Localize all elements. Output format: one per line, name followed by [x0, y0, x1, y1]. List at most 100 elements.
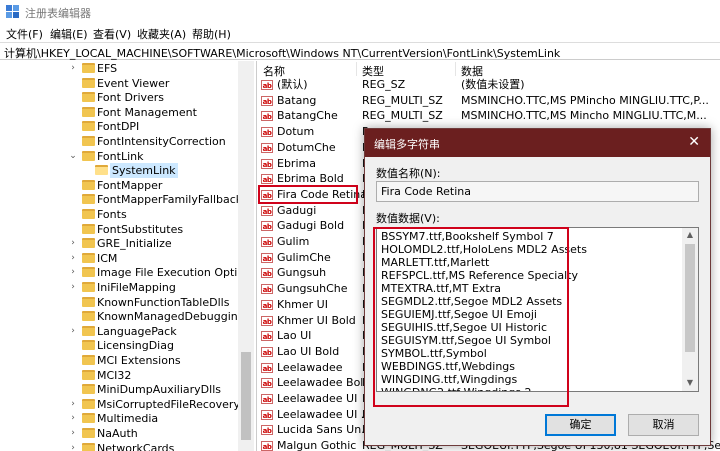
- chevron-right-icon[interactable]: ›: [68, 426, 78, 441]
- chevron-right-icon[interactable]: [68, 295, 78, 310]
- value-name: Leelawadee UI ...: [277, 407, 372, 421]
- tree-item-label: FontMapperFamilyFallback: [97, 193, 243, 207]
- tree-scrollbar-thumb[interactable]: [241, 352, 251, 440]
- value-name: Lao UI: [277, 329, 312, 343]
- chevron-right-icon[interactable]: [68, 178, 78, 193]
- chevron-right-icon[interactable]: [68, 382, 78, 397]
- tree-item-label: IniFileMapping: [97, 281, 176, 294]
- chevron-right-icon[interactable]: ›: [68, 251, 78, 266]
- value-type: REG_MULTI_SZ: [362, 109, 443, 123]
- chevron-right-icon[interactable]: [68, 119, 78, 134]
- tree-item-label: NaAuth: [97, 427, 138, 440]
- string-value-icon: ab: [261, 127, 273, 138]
- string-value-icon: ab: [261, 80, 273, 90]
- menu-file[interactable]: 文件(F): [6, 26, 43, 42]
- tree-item-label: ICM: [97, 251, 118, 265]
- chevron-right-icon[interactable]: [68, 222, 78, 237]
- folder-icon: [82, 413, 95, 424]
- value-name-field: Fira Code Retina: [376, 181, 699, 202]
- window-title: 注册表编辑器: [25, 7, 91, 20]
- chevron-down-icon[interactable]: ⌄: [68, 149, 78, 164]
- chevron-right-icon[interactable]: ›: [68, 411, 78, 426]
- string-value-icon: ab: [261, 315, 273, 326]
- chevron-right-icon[interactable]: ›: [68, 265, 78, 280]
- value-name: Batang: [277, 93, 317, 107]
- scroll-up-icon[interactable]: ▲: [682, 230, 698, 239]
- menu-edit[interactable]: 编辑(E): [50, 26, 88, 42]
- value-name: Malgun Gothic: [277, 439, 357, 451]
- menu-favorites[interactable]: 收藏夹(A): [137, 26, 186, 42]
- value-name: BatangChe: [277, 109, 338, 123]
- menu-view[interactable]: 查看(V): [93, 26, 131, 42]
- string-value-icon: ab: [261, 394, 273, 404]
- address-path[interactable]: 计算机\HKEY_LOCAL_MACHINE\SOFTWARE\Microsof…: [4, 45, 560, 61]
- string-value-icon: ab: [261, 221, 273, 232]
- value-name: GulimChe: [277, 250, 331, 264]
- address-bar[interactable]: 计算机\HKEY_LOCAL_MACHINE\SOFTWARE\Microsof…: [0, 42, 720, 60]
- value-name: GungsuhChe: [277, 282, 348, 296]
- string-value-icon: ab: [261, 299, 273, 310]
- value-data-highlight: [373, 227, 569, 407]
- tree-item-label: MiniDumpAuxiliaryDlls: [97, 383, 221, 397]
- chevron-right-icon[interactable]: ›: [68, 324, 78, 339]
- tree-item-label: Fonts: [97, 208, 127, 221]
- folder-icon: [82, 282, 95, 292]
- chevron-right-icon[interactable]: [68, 76, 78, 91]
- chevron-right-icon[interactable]: [68, 192, 78, 207]
- chevron-right-icon[interactable]: ›: [68, 441, 78, 451]
- tree-item-label: MsiCorruptedFileRecovery: [97, 397, 240, 411]
- chevron-right-icon[interactable]: [81, 163, 91, 178]
- folder-icon: [82, 92, 95, 103]
- string-value-icon: ab: [261, 237, 273, 247]
- chevron-right-icon[interactable]: ›: [68, 280, 78, 295]
- folder-icon: [82, 398, 95, 409]
- tree-item-label: FontMapper: [97, 178, 163, 192]
- chevron-right-icon[interactable]: [68, 368, 78, 383]
- chevron-right-icon[interactable]: ›: [68, 397, 78, 412]
- value-row[interactable]: ab Batang REG_MULTI_SZ MSMINCHO.TTC,MS PMin…: [257, 93, 720, 109]
- selected-value-highlight: [258, 185, 358, 204]
- value-name: Gadugi Bold: [277, 219, 345, 233]
- tree-item-label: Event Viewer: [97, 76, 170, 90]
- chevron-right-icon[interactable]: [68, 353, 78, 368]
- tree-item-label: FontDPI: [97, 120, 140, 134]
- chevron-right-icon[interactable]: [68, 134, 78, 149]
- cancel-button[interactable]: 取消: [628, 414, 699, 436]
- value-name-label: 数值名称(N):: [376, 167, 441, 180]
- folder-icon: [82, 179, 95, 190]
- close-icon[interactable]: ✕: [688, 134, 700, 150]
- string-value-icon: ab: [261, 362, 273, 373]
- tree-scrollbar[interactable]: [238, 61, 254, 451]
- chevron-right-icon[interactable]: ›: [68, 61, 78, 76]
- menu-bar: 文件(F) 编辑(E) 查看(V) 收藏夹(A) 帮助(H): [0, 24, 720, 42]
- value-name: Ebrima: [277, 156, 316, 170]
- chevron-right-icon[interactable]: [68, 309, 78, 324]
- folder-icon: [82, 194, 95, 205]
- value-name: Dotum: [277, 125, 315, 139]
- string-value-icon: ab: [261, 268, 273, 279]
- ok-button[interactable]: 确定: [545, 414, 616, 436]
- string-value-icon: ab: [261, 441, 273, 451]
- textarea-scrollbar-thumb[interactable]: [685, 244, 695, 352]
- chevron-right-icon[interactable]: ›: [68, 236, 78, 251]
- tree-item-label: Multimedia: [97, 412, 159, 426]
- menu-help[interactable]: 帮助(H): [192, 26, 231, 42]
- folder-icon: [82, 296, 95, 307]
- tree-item-label: MCI Extensions: [97, 354, 181, 367]
- value-name: Gulim: [277, 235, 310, 248]
- chevron-right-icon[interactable]: [68, 207, 78, 222]
- textarea-scrollbar[interactable]: ▲ ▼: [682, 228, 698, 391]
- tree-item-label: FontSubstitutes: [97, 222, 184, 236]
- chevron-right-icon[interactable]: [68, 90, 78, 105]
- folder-icon: [82, 150, 95, 161]
- value-row[interactable]: ab (默认) REG_SZ (数值未设置): [257, 77, 720, 93]
- folder-icon: [82, 267, 95, 278]
- scroll-down-icon[interactable]: ▼: [682, 378, 698, 387]
- chevron-right-icon[interactable]: [68, 338, 78, 353]
- chevron-right-icon[interactable]: [68, 105, 78, 120]
- dialog-title-bar: 编辑多字符串 ✕: [365, 129, 710, 157]
- string-value-icon: ab: [261, 158, 273, 169]
- value-row[interactable]: ab BatangChe REG_MULTI_SZ MSMINCHO.TTC,MS M…: [257, 108, 720, 124]
- title-bar: 注册表编辑器: [0, 0, 720, 24]
- value-data-label: 数值数据(V):: [376, 212, 440, 225]
